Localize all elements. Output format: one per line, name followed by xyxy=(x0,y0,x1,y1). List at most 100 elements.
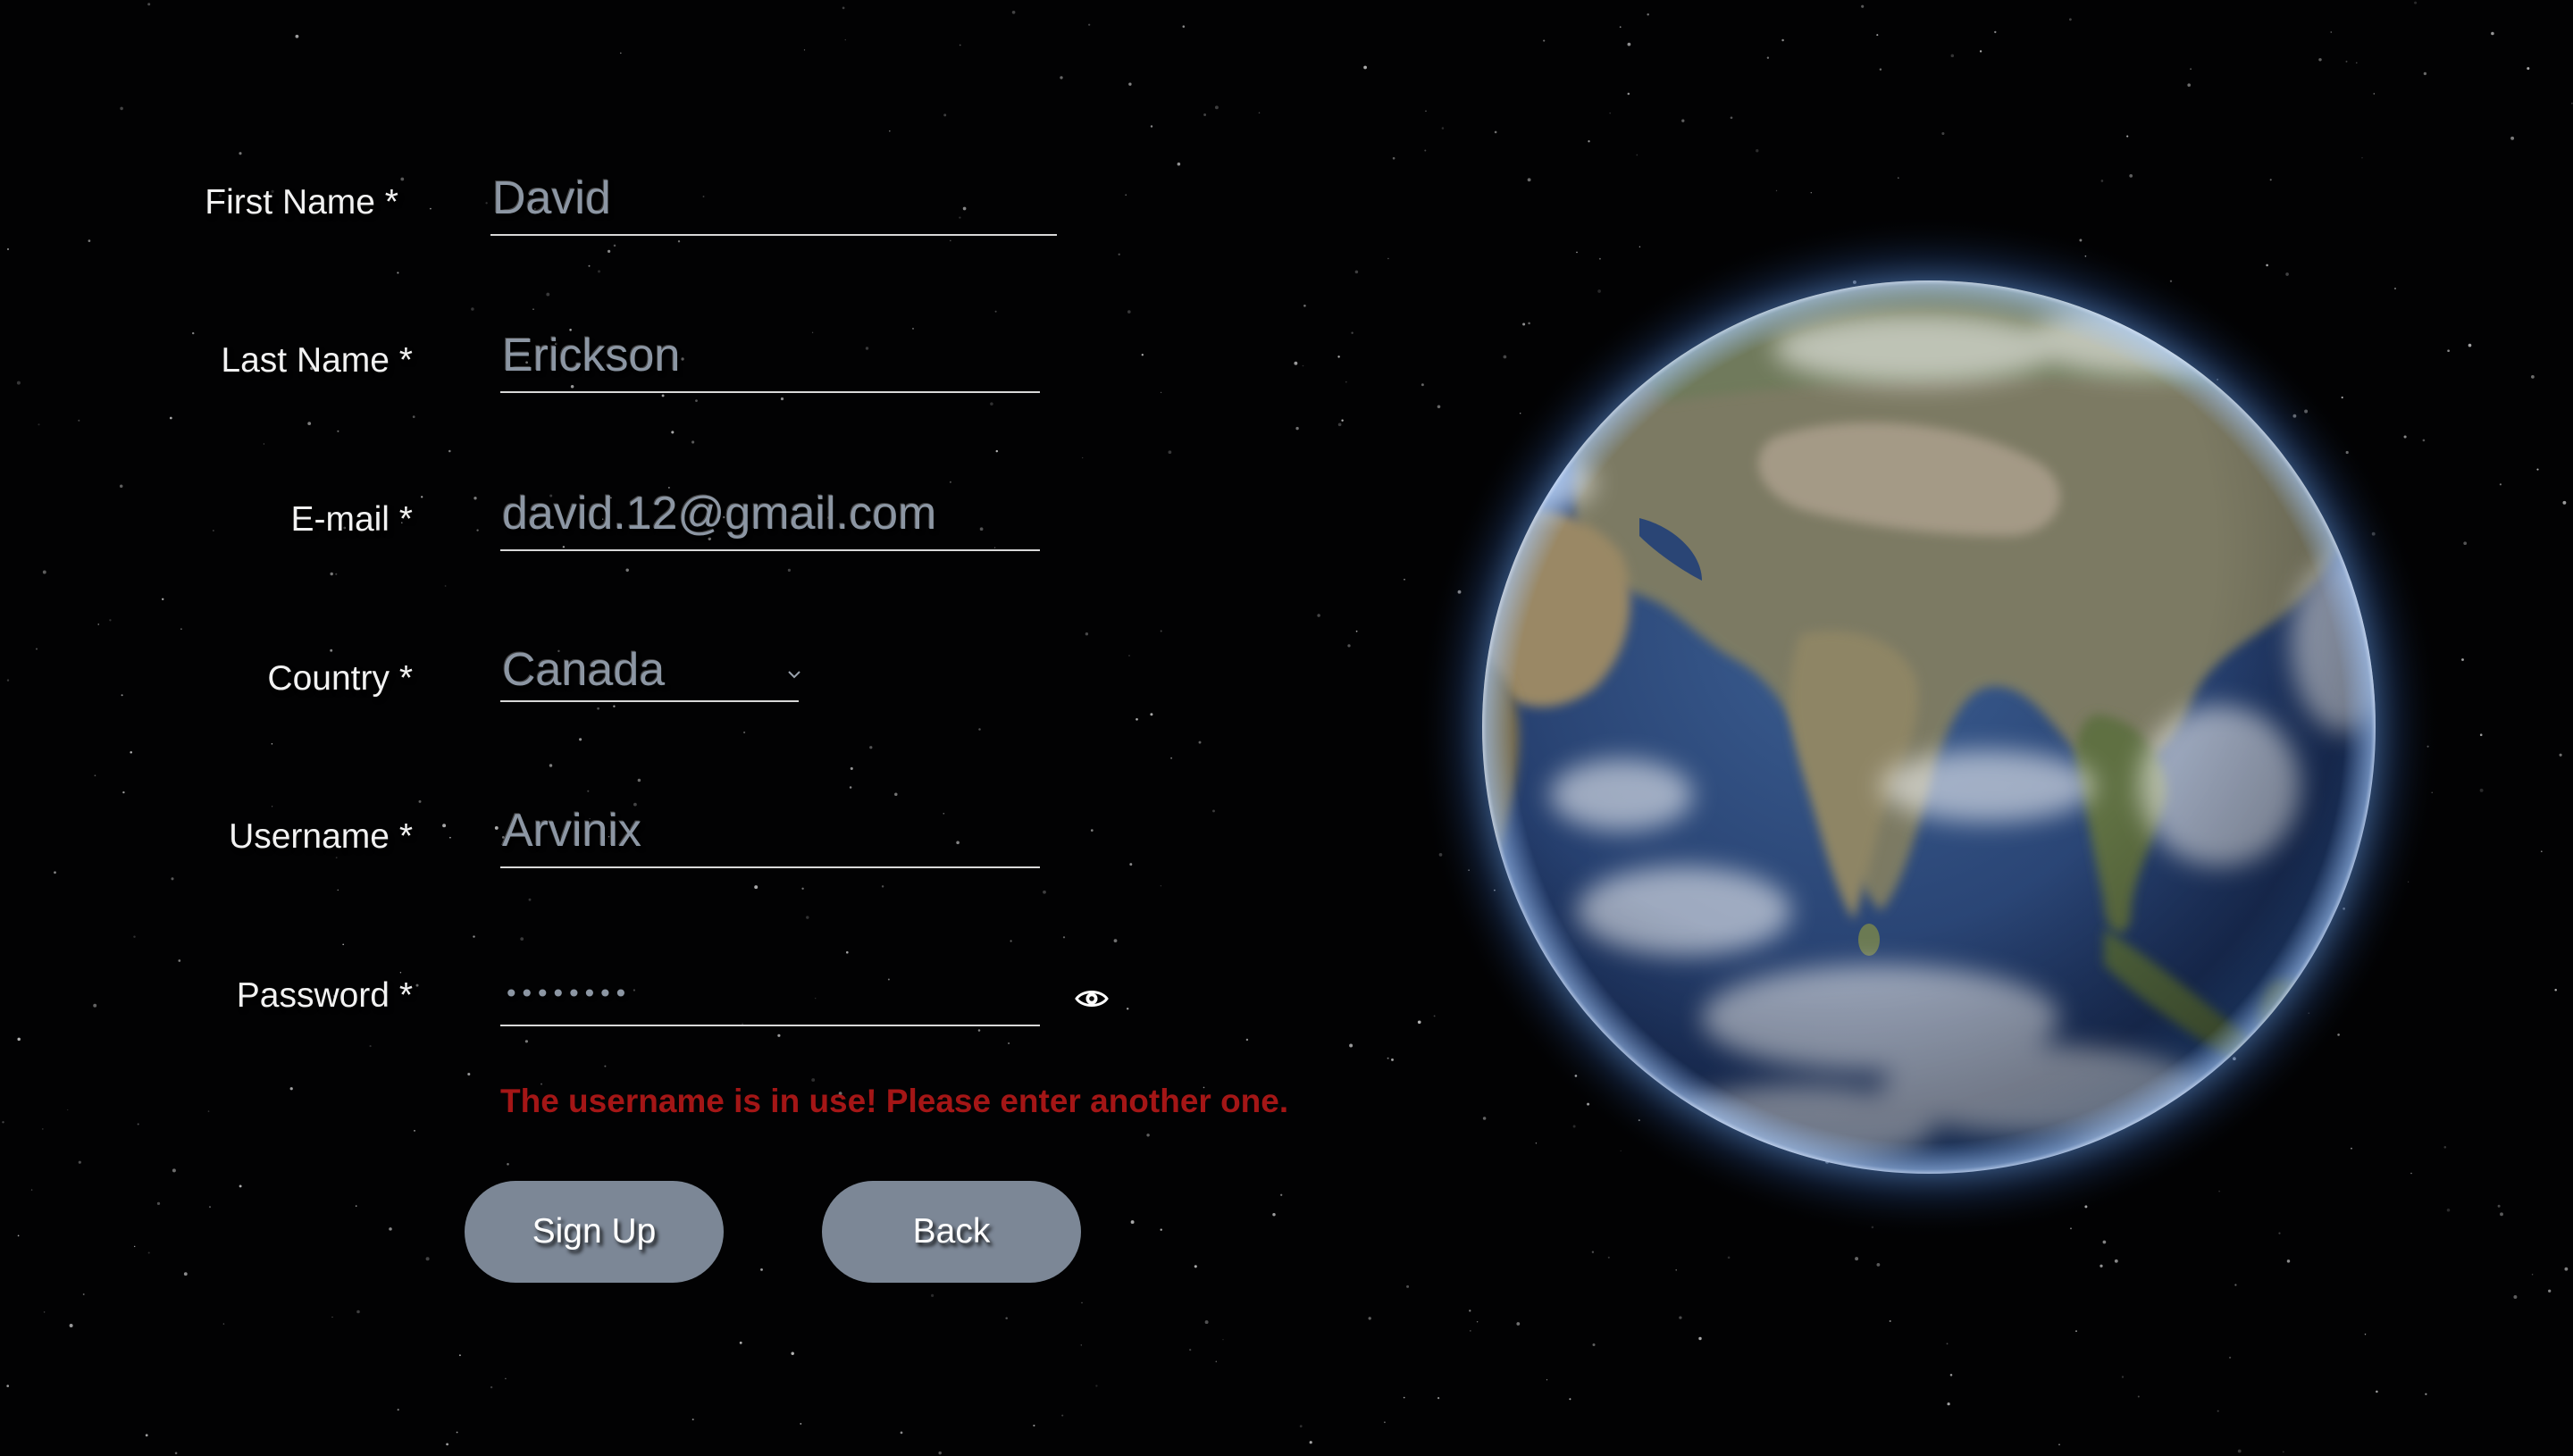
star xyxy=(17,1234,20,1237)
star xyxy=(949,481,951,483)
star xyxy=(1129,863,1133,866)
star xyxy=(239,152,242,155)
star xyxy=(959,44,961,46)
star xyxy=(2286,1259,2291,1263)
star xyxy=(505,1377,507,1380)
username-field[interactable]: Arvinix xyxy=(500,804,1040,868)
star xyxy=(613,244,616,247)
star xyxy=(180,628,182,630)
star xyxy=(412,415,415,418)
star xyxy=(1861,4,1865,8)
eye-icon[interactable] xyxy=(1072,981,1111,1017)
star xyxy=(1609,112,1612,114)
star xyxy=(844,38,846,41)
star xyxy=(2479,788,2484,792)
star xyxy=(213,530,214,531)
star xyxy=(2121,1376,2125,1378)
country-select[interactable]: Canada xyxy=(500,638,799,702)
chevron-down-icon[interactable] xyxy=(786,668,802,681)
star xyxy=(337,889,339,891)
star xyxy=(619,52,622,54)
sign-up-button[interactable]: Sign Up xyxy=(465,1181,724,1283)
email-field[interactable]: david.12@gmail.com xyxy=(500,487,1040,551)
star xyxy=(1950,54,1955,58)
star xyxy=(418,799,422,803)
star xyxy=(120,106,123,111)
star xyxy=(1592,1343,1596,1347)
star xyxy=(42,570,46,574)
signup-screen: First Name * David Last Name * Erickson … xyxy=(0,0,2573,1456)
star xyxy=(1607,1256,1610,1259)
star xyxy=(1125,194,1127,196)
star xyxy=(35,648,38,650)
star xyxy=(69,1324,73,1327)
star xyxy=(1060,76,1063,79)
star xyxy=(2129,174,2133,178)
star xyxy=(978,728,981,731)
star xyxy=(1647,13,1649,16)
star xyxy=(207,1110,210,1112)
star xyxy=(803,49,806,51)
star xyxy=(6,247,10,251)
star xyxy=(1189,1348,1192,1351)
star xyxy=(739,1341,742,1344)
star xyxy=(806,916,809,919)
star xyxy=(1033,1424,1035,1427)
star xyxy=(2414,1,2418,4)
star xyxy=(1591,1251,1595,1253)
star xyxy=(1527,178,1531,182)
star xyxy=(881,885,884,888)
star xyxy=(1775,189,1778,192)
star xyxy=(2058,1443,2060,1446)
star xyxy=(777,1033,781,1037)
star xyxy=(1424,149,1427,152)
password-field[interactable]: •••••••• xyxy=(500,962,1040,1026)
star xyxy=(425,1257,430,1261)
star xyxy=(1198,741,1202,744)
last-name-field[interactable]: Erickson xyxy=(500,329,1040,393)
star xyxy=(1010,940,1012,942)
star xyxy=(400,177,405,181)
star xyxy=(607,249,611,254)
star xyxy=(490,1385,493,1389)
star xyxy=(30,1189,33,1191)
star xyxy=(2,1121,4,1124)
first-name-field[interactable]: David xyxy=(490,172,1057,236)
star xyxy=(1337,356,1340,358)
star xyxy=(546,292,550,297)
star xyxy=(2513,1295,2518,1299)
star xyxy=(93,1003,97,1008)
star xyxy=(171,877,174,881)
star xyxy=(1425,110,1427,113)
star xyxy=(604,1065,607,1067)
star xyxy=(1309,1441,1312,1444)
star xyxy=(1082,456,1084,459)
star xyxy=(145,1434,148,1437)
star xyxy=(760,1268,763,1271)
star xyxy=(1008,1042,1010,1044)
star xyxy=(2187,83,2192,88)
star xyxy=(894,792,898,797)
star xyxy=(97,623,99,625)
star xyxy=(2446,1209,2451,1212)
star xyxy=(331,1316,333,1318)
star xyxy=(476,529,479,531)
star xyxy=(1258,112,1261,114)
star xyxy=(1214,105,1219,110)
star xyxy=(2137,1395,2140,1398)
star xyxy=(1387,257,1389,260)
star xyxy=(1516,1322,1521,1326)
star xyxy=(588,264,591,267)
star xyxy=(1272,1212,1276,1217)
star xyxy=(1947,1402,1950,1406)
star xyxy=(1627,42,1631,46)
star xyxy=(2373,93,2376,95)
star xyxy=(2531,1274,2534,1276)
star xyxy=(1404,578,1405,581)
star xyxy=(473,935,475,938)
star xyxy=(1303,304,1306,307)
star xyxy=(1294,361,1298,365)
star xyxy=(1080,1344,1083,1346)
back-button[interactable]: Back xyxy=(822,1181,1081,1283)
star xyxy=(1392,156,1395,160)
